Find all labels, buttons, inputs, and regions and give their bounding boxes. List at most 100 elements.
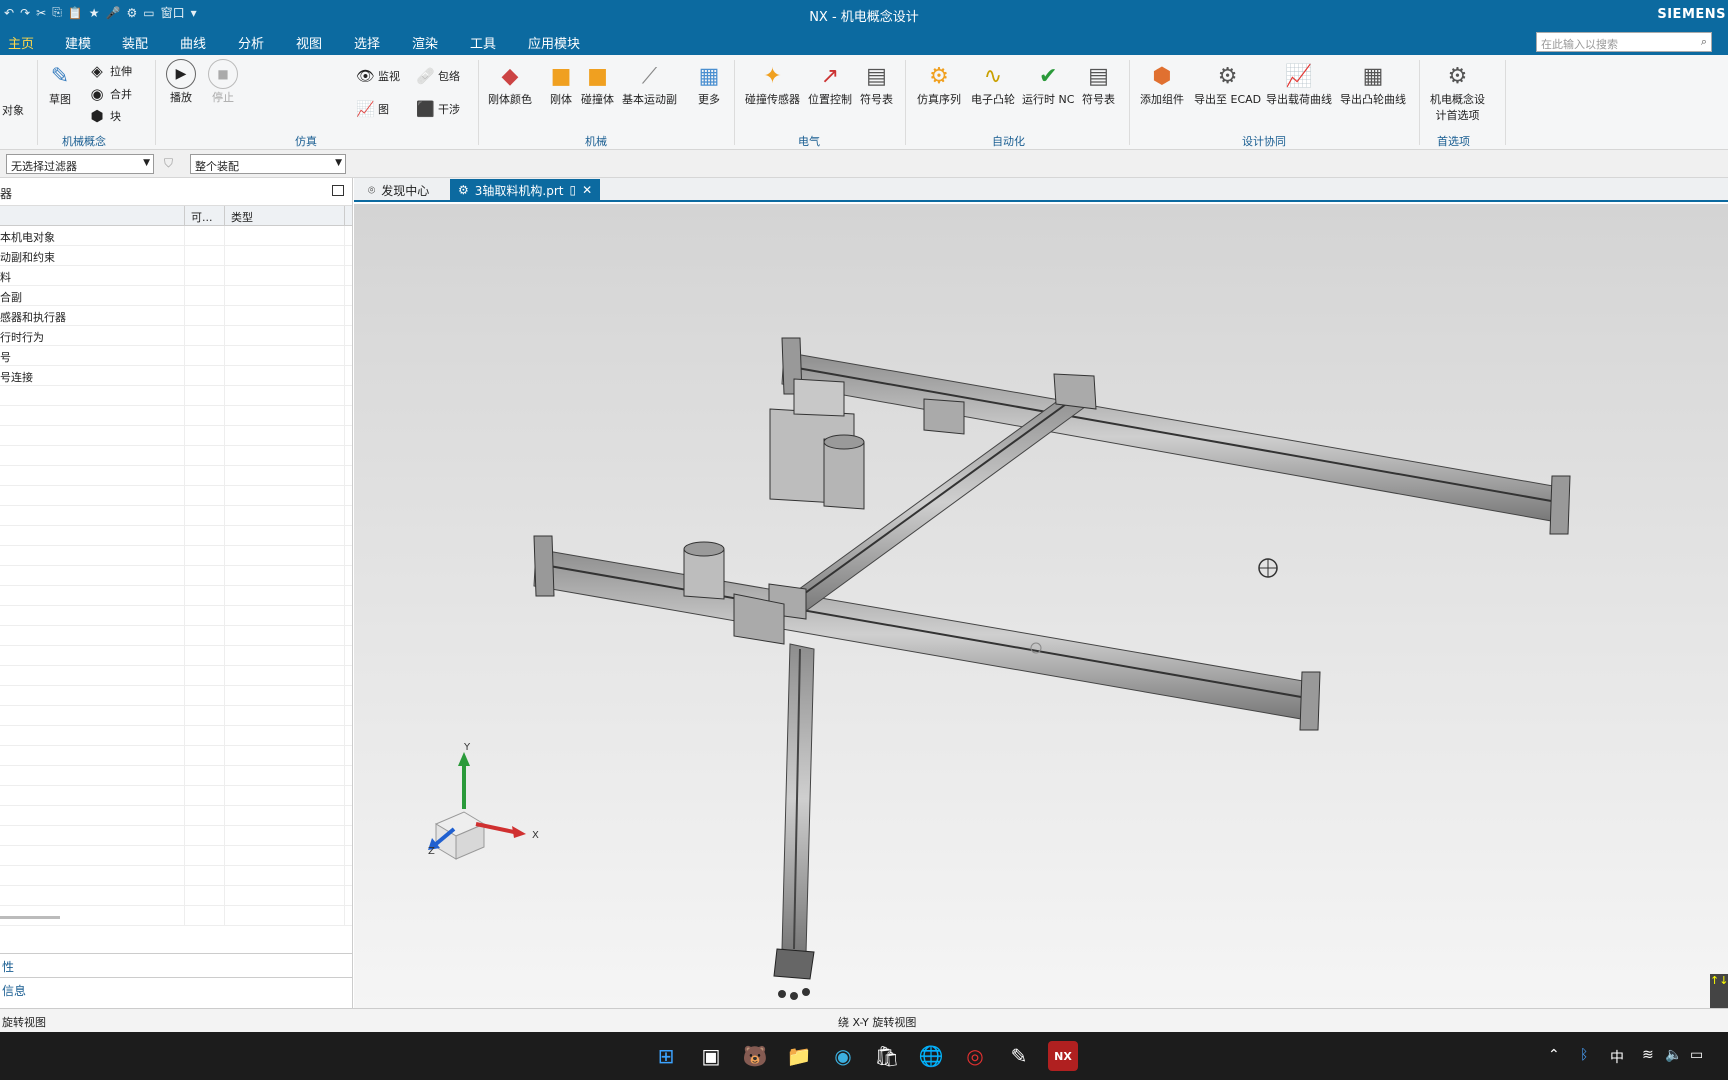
collision-body-button[interactable]: ■ 碰撞体 (581, 61, 614, 107)
volume-icon[interactable]: 🔈 (1665, 1047, 1682, 1063)
horizontal-scrollbar[interactable] (0, 916, 60, 919)
export-load-curve-button[interactable]: 📈 导出载荷曲线 (1266, 61, 1332, 107)
navigator-row[interactable]: 本机电对象 (0, 226, 352, 246)
column-type[interactable]: 类型 (225, 206, 345, 225)
electronic-cam-button[interactable]: ∿ 电子凸轮 (971, 61, 1015, 107)
navigator-row-name: 号连接 (0, 366, 185, 385)
rigid-body-color-button[interactable]: ◆ 刚体颜色 (488, 61, 532, 107)
navigator-row[interactable]: 感器和执行器 (0, 306, 352, 326)
tab-assembly[interactable]: 装配 (122, 33, 148, 52)
ime-indicator[interactable]: 中 (1610, 1047, 1624, 1067)
app-bear-icon[interactable]: 🐻 (740, 1041, 770, 1071)
export-cam-curve-button[interactable]: ▦ 导出凸轮曲线 (1340, 61, 1406, 107)
runtime-nc-icon: ✔ (1038, 63, 1058, 89)
properties-panel[interactable]: 性 (0, 953, 353, 977)
file-explorer-icon[interactable]: 📁 (784, 1041, 814, 1071)
export-ecad-button[interactable]: ⚙ 导出至 ECAD (1194, 61, 1261, 107)
basic-joint-button[interactable]: ⟋ 基本运动副 (622, 61, 677, 107)
browser-icon[interactable]: 🌐 (916, 1041, 946, 1071)
navigator-row-name (0, 486, 185, 505)
tab-tools[interactable]: 工具 (470, 33, 496, 52)
navigator-row-type (225, 246, 345, 265)
rigid-body-color-label: 刚体颜色 (488, 93, 532, 106)
maximize-icon[interactable] (332, 185, 344, 196)
task-view-icon[interactable]: ▣ (696, 1041, 726, 1071)
nx-app-icon[interactable]: NX (1048, 1041, 1078, 1071)
navigator-row-name: 合副 (0, 286, 185, 305)
navigator-empty-row (0, 406, 352, 426)
start-icon[interactable]: ⊞ (651, 1041, 681, 1071)
wrap-button[interactable]: 🩹 包络 (416, 67, 460, 85)
bluetooth-icon[interactable]: ᛒ (1580, 1047, 1588, 1063)
graph-button[interactable]: 📈 图 (356, 100, 389, 118)
selection-filter-value: 无选择过滤器 (11, 160, 77, 173)
sim-sequence-button[interactable]: ⚙ 仿真序列 (917, 61, 961, 107)
navigator-row[interactable]: 料 (0, 266, 352, 286)
tab-part-file[interactable]: ⚙ 3轴取料机构.prt ▯ ✕ (450, 179, 601, 201)
extrude-button[interactable]: ◈ 拉伸 (88, 62, 132, 80)
tray-expand-icon[interactable]: ⌃ (1548, 1047, 1560, 1063)
block-button[interactable]: ⬢ 块 (88, 107, 121, 125)
tab-curve[interactable]: 曲线 (180, 33, 206, 52)
automation-symbol-table-button[interactable]: ▤ 符号表 (1082, 61, 1115, 107)
navigator-row-type (225, 706, 345, 725)
tab-applications[interactable]: 应用模块 (528, 33, 580, 52)
navigator-row[interactable]: 行时行为 (0, 326, 352, 346)
monitor-button[interactable]: 👁 监视 (356, 67, 400, 85)
view-scroll-widget[interactable]: ↑↓ (1710, 974, 1728, 1008)
tab-render[interactable]: 渲染 (412, 33, 438, 52)
tab-home[interactable]: 主页 (3, 33, 39, 58)
symbol-table-button[interactable]: ▤ 符号表 (860, 61, 893, 107)
filter-icon[interactable]: ⛉ (164, 156, 173, 171)
more-button[interactable]: ▦ 更多 (694, 61, 724, 107)
rigid-body-button[interactable]: ■ 刚体 (546, 61, 576, 107)
add-component-button[interactable]: ⬢ 添加组件 (1140, 61, 1184, 107)
axis-label-z: Z (428, 846, 435, 857)
navigator-row[interactable]: 号 (0, 346, 352, 366)
status-bar: 旋转视图 绕 X-Y 旋转视图 (0, 1008, 1728, 1032)
column-name[interactable] (0, 206, 185, 225)
column-visible[interactable]: 可... (185, 206, 225, 225)
tab-modeling[interactable]: 建模 (65, 33, 91, 52)
edge-icon[interactable]: ◉ (828, 1041, 858, 1071)
tab-analysis[interactable]: 分析 (238, 33, 264, 52)
basic-joint-label: 基本运动副 (622, 93, 677, 106)
mcd-preferences-button[interactable]: ⚙ 机电概念设 计首选项 (1430, 61, 1485, 123)
unite-button[interactable]: ◉ 合并 (88, 85, 132, 103)
collision-sensor-button[interactable]: ✦ 碰撞传感器 (745, 61, 800, 107)
play-button[interactable]: ▶ 播放 (166, 59, 196, 105)
close-icon[interactable]: ✕ (582, 183, 592, 197)
details-panel[interactable]: 信息 (0, 977, 353, 1001)
navigator-row-name (0, 626, 185, 645)
music-app-icon[interactable]: ◎ (960, 1041, 990, 1071)
tab-select[interactable]: 选择 (354, 33, 380, 52)
status-left: 旋转视图 (2, 1016, 46, 1029)
editor-app-icon[interactable]: ✎ (1004, 1041, 1034, 1071)
position-control-button[interactable]: ↗ 位置控制 (808, 61, 852, 107)
selection-filter-dropdown[interactable]: 无选择过滤器 ▼ (6, 154, 154, 174)
navigator-row[interactable]: 动副和约束 (0, 246, 352, 266)
command-search-input[interactable]: 在此输入以搜索 ⌕ (1536, 32, 1712, 52)
search-icon[interactable]: ⌕ (1701, 35, 1707, 49)
battery-icon[interactable]: ▭ (1690, 1047, 1703, 1063)
navigator-row-type (225, 846, 345, 865)
tab-discovery-center[interactable]: ⌾ 发现中心 (360, 179, 437, 201)
interference-button[interactable]: ⬛ 干涉 (416, 100, 460, 118)
navigator-row[interactable]: 号连接 (0, 366, 352, 386)
store-icon[interactable]: 🛍 (872, 1041, 902, 1071)
navigator-row-visible (185, 266, 225, 285)
more-grid-icon: ▦ (698, 63, 720, 89)
runtime-nc-button[interactable]: ✔ 运行时 NC (1022, 61, 1074, 107)
selection-filter-bar: 无选择过滤器 ▼ ⛉ 整个装配 ▼ (0, 150, 1728, 178)
navigator-row-name: 动副和约束 (0, 246, 185, 265)
sketch-button[interactable]: ✎ 草图 (45, 61, 75, 107)
ribbon-partial-object[interactable]: 对象 (2, 102, 24, 118)
navigator-row[interactable]: 合副 (0, 286, 352, 306)
wifi-icon[interactable]: ≋ (1642, 1047, 1654, 1063)
navigator-row-visible (185, 726, 225, 745)
navigator-empty-row (0, 646, 352, 666)
graphics-viewport[interactable]: Y X Z ↑↓ (354, 204, 1728, 1008)
selection-scope-dropdown[interactable]: 整个装配 ▼ (190, 154, 346, 174)
stop-button[interactable]: ■ 停止 (208, 59, 238, 105)
tab-view[interactable]: 视图 (296, 33, 322, 52)
